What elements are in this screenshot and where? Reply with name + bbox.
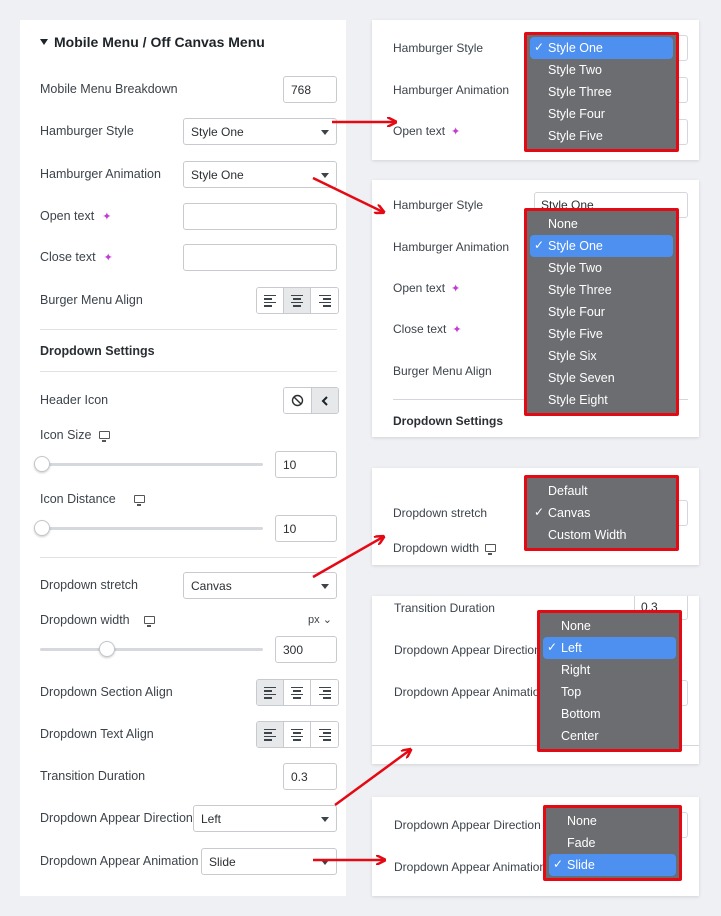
annotation-arrows	[312, 0, 721, 916]
arrow-to-hamburger-animation-menu	[312, 176, 383, 212]
arrow-to-appear-direction-menu	[334, 750, 410, 807]
arrow-to-dropdown-stretch-menu	[312, 537, 383, 579]
